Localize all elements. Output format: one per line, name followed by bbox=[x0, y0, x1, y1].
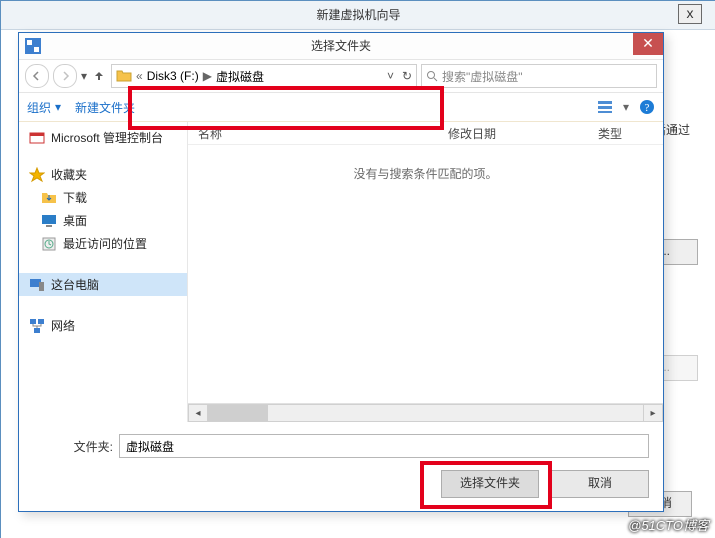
download-folder-icon bbox=[41, 190, 57, 206]
nav-back-button[interactable] bbox=[25, 64, 49, 88]
crumb-drive[interactable]: Disk3 (F:) bbox=[147, 69, 199, 83]
help-icon[interactable]: ? bbox=[639, 99, 655, 115]
desktop-icon bbox=[41, 213, 57, 229]
search-icon bbox=[426, 70, 438, 82]
sidebar-item-mmc[interactable]: Microsoft 管理控制台 bbox=[19, 126, 187, 149]
col-type[interactable]: 类型 bbox=[588, 125, 663, 142]
scroll-track[interactable] bbox=[208, 404, 643, 422]
view-dropdown-icon[interactable]: ▾ bbox=[623, 100, 629, 114]
crumb-dropdown-icon[interactable]: ˅ bbox=[387, 69, 394, 83]
nav-forward-button[interactable] bbox=[53, 64, 77, 88]
arrow-up-icon bbox=[93, 70, 105, 82]
dialog-bottom: 文件夹: 选择文件夹 取消 bbox=[19, 422, 663, 498]
sidebar-item-label: 网络 bbox=[51, 317, 75, 334]
crumb-prefix: « bbox=[136, 69, 143, 83]
recent-icon bbox=[41, 236, 57, 252]
select-folder-button[interactable]: 选择文件夹 bbox=[441, 470, 539, 498]
address-breadcrumb[interactable]: « Disk3 (F:) ▶ 虚拟磁盘 ˅ ↻ bbox=[111, 64, 417, 88]
nav-history-dropdown[interactable]: ▾ bbox=[81, 69, 87, 83]
folder-field-row: 文件夹: bbox=[33, 434, 649, 458]
scroll-thumb[interactable] bbox=[208, 405, 268, 421]
sidebar-item-label: Microsoft 管理控制台 bbox=[51, 129, 163, 146]
sidebar-item-label: 最近访问的位置 bbox=[63, 235, 147, 252]
folder-icon bbox=[116, 68, 132, 84]
col-date[interactable]: 修改日期 bbox=[438, 125, 588, 142]
sidebar-item-this-pc[interactable]: 这台电脑 bbox=[19, 273, 187, 296]
sidebar-item-network[interactable]: 网络 bbox=[19, 314, 187, 337]
sidebar-item-favorites[interactable]: 收藏夹 bbox=[19, 163, 187, 186]
dialog-titlebar: 选择文件夹 ✕ bbox=[19, 33, 663, 60]
sidebar-item-label: 收藏夹 bbox=[51, 166, 87, 183]
new-folder-button[interactable]: 新建文件夹 bbox=[75, 99, 135, 116]
crumb-sep-1[interactable]: ▶ bbox=[203, 69, 212, 83]
sidebar-item-desktop[interactable]: 桌面 bbox=[19, 209, 187, 232]
folder-field-label: 文件夹: bbox=[33, 438, 113, 455]
search-input[interactable]: 搜索"虚拟磁盘" bbox=[421, 64, 657, 88]
folder-picker-dialog: 选择文件夹 ✕ ▾ « Disk3 (F:) ▶ 虚拟磁盘 ˅ ↻ bbox=[18, 32, 664, 512]
main-area: Microsoft 管理控制台 收藏夹 下载 桌面 最近访问的位置 bbox=[19, 122, 663, 422]
sidebar-item-label: 下载 bbox=[63, 189, 87, 206]
nav-bar: ▾ « Disk3 (F:) ▶ 虚拟磁盘 ˅ ↻ 搜索"虚拟磁盘" bbox=[19, 60, 663, 93]
empty-message: 没有与搜索条件匹配的项。 bbox=[188, 145, 663, 403]
wizard-close-button[interactable]: x bbox=[678, 4, 702, 24]
dialog-close-button[interactable]: ✕ bbox=[633, 33, 663, 55]
svg-text:?: ? bbox=[645, 102, 650, 114]
pc-icon bbox=[29, 277, 45, 293]
search-placeholder: 搜索"虚拟磁盘" bbox=[442, 68, 523, 85]
scroll-left-button[interactable]: ◂ bbox=[188, 404, 208, 422]
organize-dropdown-icon[interactable]: ▾ bbox=[55, 100, 61, 114]
sidebar-item-label: 桌面 bbox=[63, 212, 87, 229]
watermark: @51CTO博客 bbox=[628, 515, 709, 534]
crumb-folder[interactable]: 虚拟磁盘 bbox=[216, 68, 264, 85]
sidebar-item-recent[interactable]: 最近访问的位置 bbox=[19, 232, 187, 255]
sidebar: Microsoft 管理控制台 收藏夹 下载 桌面 最近访问的位置 bbox=[19, 122, 188, 422]
col-name[interactable]: 名称 bbox=[188, 125, 438, 142]
sidebar-item-label: 这台电脑 bbox=[51, 276, 99, 293]
toolbar: 组织 ▾ 新建文件夹 ▾ ? bbox=[19, 93, 663, 122]
organize-menu[interactable]: 组织 bbox=[27, 99, 51, 116]
network-icon bbox=[29, 318, 45, 334]
cancel-button[interactable]: 取消 bbox=[551, 470, 649, 498]
crumb-refresh-icon[interactable]: ↻ bbox=[402, 69, 412, 83]
scroll-right-button[interactable]: ▸ bbox=[643, 404, 663, 422]
nav-up-button[interactable] bbox=[91, 68, 107, 84]
dialog-button-row: 选择文件夹 取消 bbox=[33, 470, 649, 498]
horizontal-scrollbar[interactable]: ◂ ▸ bbox=[188, 403, 663, 422]
folder-name-input[interactable] bbox=[119, 434, 649, 458]
arrow-left-icon bbox=[32, 71, 42, 81]
column-headers[interactable]: 名称 修改日期 类型 bbox=[188, 122, 663, 145]
wizard-titlebar: 新建虚拟机向导 x bbox=[1, 1, 715, 30]
arrow-right-icon bbox=[60, 71, 70, 81]
dialog-title: 选择文件夹 bbox=[311, 39, 371, 53]
wizard-title: 新建虚拟机向导 bbox=[316, 8, 400, 22]
content-pane: 名称 修改日期 类型 没有与搜索条件匹配的项。 ◂ ▸ bbox=[188, 122, 663, 422]
star-icon bbox=[29, 167, 45, 183]
mmc-icon bbox=[29, 130, 45, 146]
sidebar-item-downloads[interactable]: 下载 bbox=[19, 186, 187, 209]
dialog-app-icon bbox=[25, 38, 41, 54]
view-options-icon[interactable] bbox=[597, 99, 613, 115]
